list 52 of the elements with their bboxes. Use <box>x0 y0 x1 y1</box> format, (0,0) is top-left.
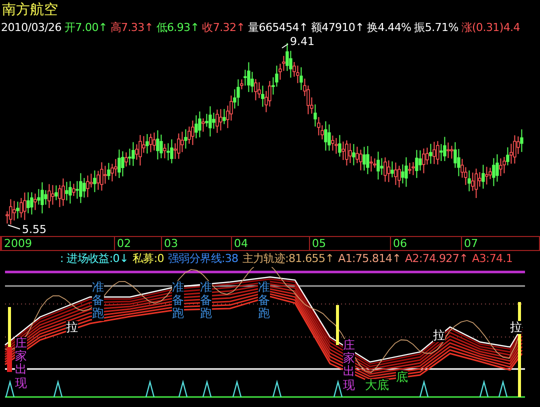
quote-item: 换4.44% <box>367 20 412 36</box>
leader-line <box>8 224 20 230</box>
time-axis-label: 07 <box>461 237 480 250</box>
triangle-marker-icon <box>178 380 188 398</box>
triangle-marker-icon <box>232 380 242 398</box>
quote-item: 涨(0.31)4.4 <box>461 20 520 36</box>
stock-name: 南方航空 <box>1 1 58 20</box>
time-axis-label: 2009 <box>1 237 34 250</box>
triangle-marker-icon <box>419 380 429 398</box>
signal-label: 拉 <box>433 329 445 342</box>
signal-label: 准备跑 <box>172 281 184 321</box>
time-axis-label: 02 <box>114 237 133 250</box>
indicator-value: A2:74.927↑ <box>405 251 468 267</box>
leader-line <box>282 44 288 48</box>
low-price-label: 5.55 <box>22 224 46 236</box>
quote-item: 额47910↑ <box>310 20 364 36</box>
indicator-value: A3:74.1 <box>472 251 513 267</box>
triangle-marker-icon <box>333 380 343 398</box>
indicator-bar <box>336 305 339 345</box>
signal-label: 拉 <box>510 321 522 334</box>
time-axis-label: 05 <box>309 237 328 250</box>
indicator-value: 强弱分界线:38 <box>168 251 238 267</box>
quote-item: 振5.71% <box>414 20 458 36</box>
signal-label: 准备跑 <box>200 281 212 321</box>
triangle-marker-icon <box>202 380 212 398</box>
quote-item: 量665454↑ <box>248 20 308 36</box>
quote-item: 高7.33↑ <box>110 20 154 36</box>
quote-item: 开7.00↑ <box>64 20 108 36</box>
triangle-marker-icon <box>53 380 63 398</box>
indicator-value: 私募:0 <box>132 251 164 267</box>
time-axis-label: 04 <box>231 237 250 250</box>
triangle-marker-icon <box>5 380 15 398</box>
triangle-marker-icon <box>498 380 508 398</box>
indicator-value: 主力轨迹:81.655↑ <box>242 251 334 267</box>
triangle-marker-icon <box>145 380 155 398</box>
triangle-marker-icon <box>272 380 282 398</box>
quote-item: 低6.93↑ <box>156 20 200 36</box>
indicator-value: A1:75.814↑ <box>338 251 402 267</box>
time-axis-label: 03 <box>161 237 180 250</box>
signal-label: 庄家出现 <box>15 337 27 390</box>
high-price-label: 9.41 <box>290 36 314 48</box>
signal-label: 庄家出现 <box>343 339 355 392</box>
signal-label: 拉 <box>66 321 78 334</box>
indicator-value: : 进场收益:0↓ <box>60 251 128 267</box>
signal-label: 准备跑 <box>258 281 270 321</box>
quote-date: 2010/03/26 <box>1 20 62 36</box>
quote-item: 收7.32↑ <box>202 20 246 36</box>
signal-label: 准备跑 <box>92 281 104 321</box>
signal-label: 底 <box>396 371 408 384</box>
signal-label: 大底 <box>365 379 389 392</box>
triangle-marker-icon <box>479 380 489 398</box>
time-axis-label: 06 <box>390 237 409 250</box>
